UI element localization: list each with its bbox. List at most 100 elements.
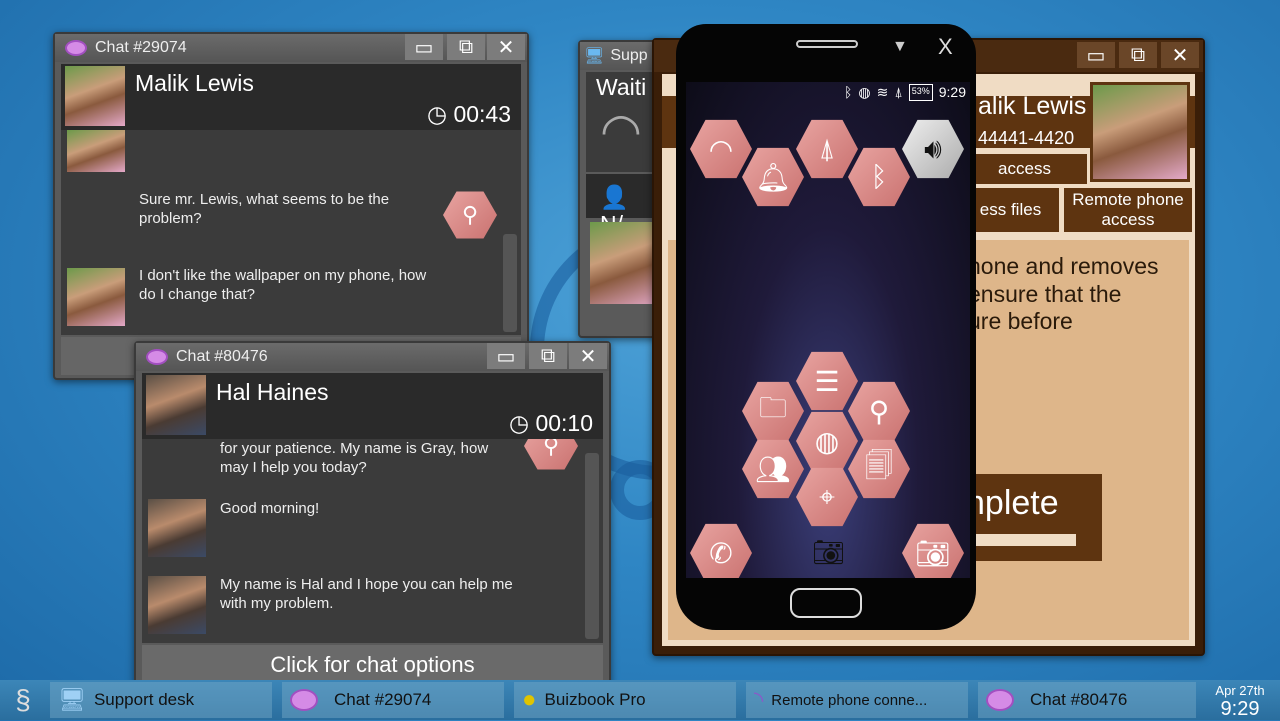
wifi-icon[interactable]: ◠ (690, 119, 752, 179)
message: I don't like the wallpaper on my phone, … (139, 267, 427, 303)
battery-icon: 53% (908, 84, 933, 101)
description-line: ure before (968, 308, 1073, 334)
bell-icon[interactable]: 🔔︎ (742, 147, 804, 207)
avatar (148, 499, 206, 557)
menu-icon[interactable]: ☰ (796, 351, 858, 411)
taskbar-item-buizbook[interactable]: ● Buizbook Pro (514, 682, 736, 718)
customer-name: Hal Haines (216, 379, 329, 405)
agent-search-network-icon: ⚲ (524, 439, 578, 470)
chat-timer: ◷ 00:10 (509, 410, 593, 437)
minimize-button[interactable]: ▭ (405, 34, 443, 60)
customer-phone: 44441-4420 (978, 128, 1075, 148)
location-icon[interactable]: ⌖ (796, 467, 858, 527)
taskbar-label: Remote phone conne... (771, 691, 928, 709)
window-title: Chat #29074 (95, 39, 187, 56)
camera-app-icon[interactable]: 📷︎ (902, 523, 964, 578)
folder-icon[interactable]: 🗀 (742, 381, 804, 441)
taskbar-clock: Apr 27th 9:29 (1200, 683, 1280, 721)
phone-call-icon[interactable]: ✆ (690, 523, 752, 578)
speaker-grille (796, 40, 858, 48)
chat-bubble-icon (146, 349, 168, 365)
minimize-button[interactable]: ▭ (487, 343, 525, 369)
taskbar-item-remote-phone[interactable]: ◝ Remote phone conne... (746, 682, 968, 718)
taskbar-item-support-desk[interactable]: 🖥 Support desk (50, 682, 272, 718)
avatar (146, 375, 206, 435)
taskbar-label: Buizbook Pro (544, 690, 646, 709)
access-button[interactable]: access (962, 154, 1087, 184)
documents-icon[interactable]: 🗐 (848, 439, 910, 499)
message: for your patience. My name is Gray, how … (220, 440, 489, 476)
collapse-icon[interactable]: ▼ (892, 38, 908, 56)
agent-search-network-icon: ⚲ (443, 191, 497, 239)
person-icon: ● (522, 686, 537, 713)
close-button[interactable]: ✕ (487, 34, 525, 60)
scrollbar[interactable] (585, 453, 599, 639)
chat-bubble-icon (290, 689, 318, 711)
message: Good morning! (220, 500, 320, 517)
popout-button[interactable]: ⧉ (529, 343, 567, 369)
chat-bubble-icon (986, 689, 1014, 711)
message: Sure mr. Lewis, what seems to be the pro… (139, 191, 390, 227)
clock-icon: ◷ (508, 410, 530, 436)
monitor-icon: 🖥 (584, 48, 605, 65)
avatar (148, 576, 206, 634)
avatar (67, 130, 125, 172)
message-list[interactable]: for your patience. My name is Gray, how … (142, 439, 603, 643)
timer-value: 00:43 (453, 101, 511, 127)
phone-clock: 9:29 (938, 84, 966, 100)
description-line: ensure that the (968, 281, 1122, 307)
chat-options-button[interactable]: Click for chat options (142, 645, 603, 685)
chat-bubble-icon (65, 40, 87, 56)
search-network-icon[interactable]: ⚲ (848, 381, 910, 441)
avatar (65, 66, 125, 126)
wifi-status-icon: ≋ (876, 84, 889, 100)
phone: ▼ X ᛒ ◍ ≋ ⍋ 53% 9:29 ◠ 🔔︎ ⍋ ᛒ 🔊︎ ☰ 🗀 ⚲ ◍ 👥︎… (676, 24, 976, 630)
taskbar-label: Chat #80476 (1030, 690, 1128, 709)
taskbar-item-chat-29074[interactable]: Chat #29074 (282, 682, 504, 718)
message: My name is Hal and I hope you can help m… (220, 576, 513, 612)
signal-icon: ◝ (754, 686, 764, 714)
popout-button[interactable]: ⧉ (447, 34, 485, 60)
avatar (1090, 82, 1190, 182)
camera-icon: 📷︎ (812, 537, 846, 567)
scrollbar[interactable] (503, 234, 517, 332)
remote-phone-access-button[interactable]: Remote phone access (1064, 188, 1192, 232)
taskbar-item-chat-80476[interactable]: Chat #80476 (978, 682, 1196, 718)
complete-label: nplete (966, 484, 1059, 522)
start-button[interactable]: § (6, 684, 40, 718)
chat-window-29074: Chat #29074 ▭ ⧉ ✕ Malik Lewis ◷ 00:43 Su… (53, 32, 529, 380)
chat-window-80476: Chat #80476 ▭ ⧉ ✕ Hal Haines ◷ 00:10 for… (134, 341, 611, 689)
speaker-icon[interactable]: 🔊︎ (902, 119, 964, 179)
popout-button[interactable]: ⧉ (1119, 42, 1157, 68)
avatar (67, 268, 125, 326)
antenna-status-icon: ⍋ (894, 84, 903, 100)
contacts-icon[interactable]: 👥︎ (742, 439, 804, 499)
bluetooth-status-icon: ᛒ (843, 84, 853, 100)
status-bar: ᛒ ◍ ≋ ⍋ 53% 9:29 (844, 84, 966, 101)
globe-status-icon: ◍ (858, 84, 871, 100)
phone-close-button[interactable]: X (938, 34, 953, 60)
chat-header: Hal Haines ◷ 00:10 (142, 373, 603, 439)
window-title: Chat #80476 (176, 348, 268, 365)
globe-icon[interactable]: ◍ (796, 411, 858, 471)
access-files-button[interactable]: ess files (962, 188, 1059, 232)
customer-name: Malik Lewis (135, 70, 254, 96)
phone-screen[interactable]: ᛒ ◍ ≋ ⍋ 53% 9:29 ◠ 🔔︎ ⍋ ᛒ 🔊︎ ☰ 🗀 ⚲ ◍ 👥︎ 🗐 ⌖… (686, 82, 970, 578)
monitor-icon: 🖥 (58, 687, 86, 712)
minimize-button[interactable]: ▭ (1077, 42, 1115, 68)
close-button[interactable]: ✕ (569, 343, 607, 369)
customer-name: alik Lewis (978, 92, 1087, 120)
chat-timer: ◷ 00:43 (427, 101, 511, 128)
timer-value: 00:10 (535, 410, 593, 436)
bluetooth-icon[interactable]: ᛒ (848, 147, 910, 207)
time: 9:29 (1220, 698, 1260, 720)
chat-header: Malik Lewis ◷ 00:43 (61, 64, 521, 130)
description-line: hone and removes (968, 253, 1159, 279)
antenna-icon[interactable]: ⍋ (796, 119, 858, 179)
person-icon: 👤 (600, 184, 629, 210)
clock-icon: ◷ (426, 101, 448, 127)
home-button[interactable] (790, 588, 862, 618)
message-list[interactable]: Sure mr. Lewis, what seems to be the pro… (61, 130, 521, 335)
close-button[interactable]: ✕ (1161, 42, 1199, 68)
taskbar-label: Chat #29074 (334, 690, 432, 709)
